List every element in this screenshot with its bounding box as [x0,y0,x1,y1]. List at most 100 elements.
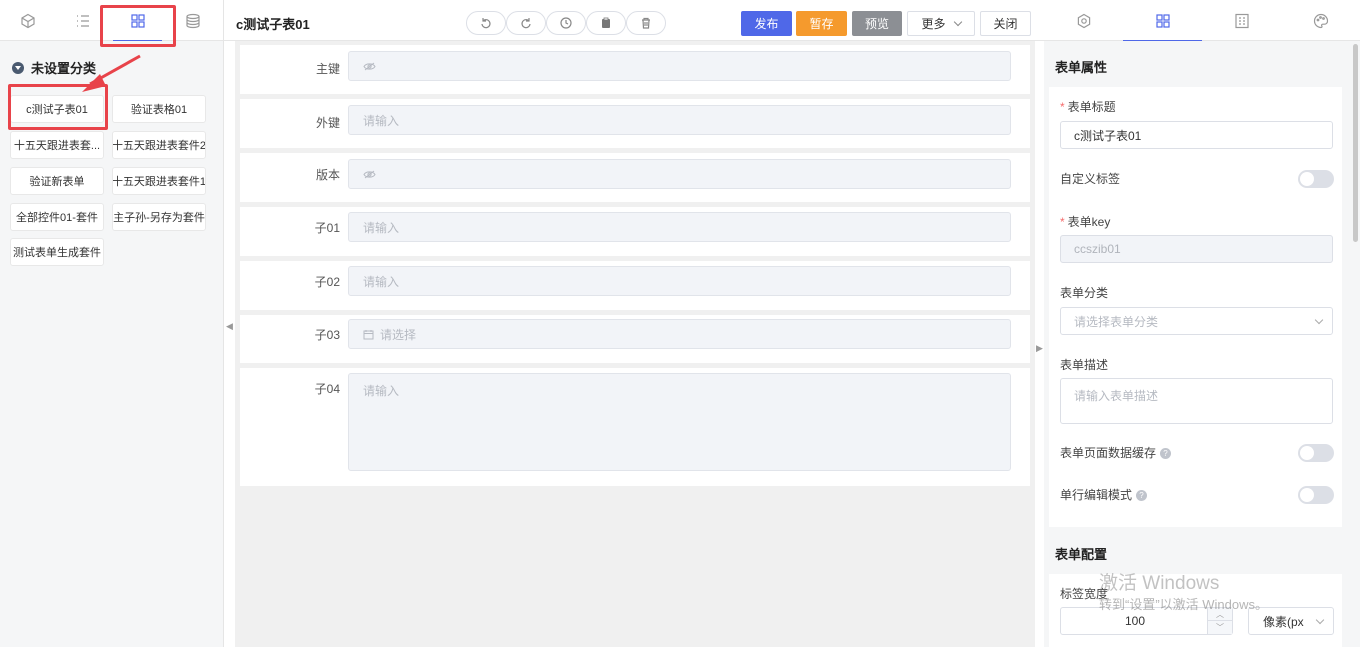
cache-label: 表单页面数据缓存? [1060,444,1172,461]
form-field[interactable]: 主键 [240,45,1030,94]
cube-icon [20,13,35,28]
tool-group [466,11,666,35]
inline-edit-label: 单行编辑模式? [1060,486,1148,503]
form-properties-card: * 表单标题 c测试子表01 自定义标签 * 表单key ccszib01 表单分类… [1049,87,1342,527]
form-item[interactable]: 测试表单生成套件 [10,238,104,266]
tab-components[interactable] [0,0,55,41]
eye-icon [363,170,376,178]
inline-edit-toggle[interactable] [1298,486,1334,504]
textarea-input[interactable]: 请输入 [348,373,1011,471]
tab-theme[interactable] [1281,0,1360,41]
right-panel: 表单属性 * 表单标题 c测试子表01 自定义标签 * 表单key ccszib01… [1044,0,1360,647]
preview-button[interactable]: 预览 [852,11,902,36]
chevron-down-icon [1315,615,1325,625]
form-field[interactable]: 外键 请输入 [240,99,1030,148]
history-icon [560,17,572,29]
palette-icon [1313,13,1328,28]
more-label: 更多 [921,17,946,31]
form-layout-icon [1234,13,1249,28]
field-label: 外键 [315,116,340,130]
description-textarea[interactable]: 请输入表单描述 [1060,378,1333,424]
unit-value: 像素(px [1263,614,1304,629]
form-item[interactable]: 十五天跟进表套... [10,131,104,159]
field-label: 子04 [314,382,340,396]
form-key-label: * 表单key [1060,215,1111,229]
form-field[interactable]: 子03 请选择 [240,315,1030,363]
form-field[interactable]: 版本 [240,153,1030,202]
tab-field-settings[interactable] [1044,0,1123,41]
date-placeholder: 请选择 [380,327,417,342]
category-placeholder: 请选择表单分类 [1074,314,1159,329]
chevron-down-icon [1314,315,1324,325]
form-field[interactable]: 子04 请输入 [240,368,1030,486]
form-key-input[interactable]: ccszib01 [1060,235,1333,263]
redo-icon [521,18,531,29]
list-icon [76,14,89,27]
form-canvas: 主键 外键 请输入 版本 子01 请输入 子02 请输入 子03 请选择 子04… [235,41,1035,647]
toolbar: c测试子表01 发布 暂存 预览 更多 关闭 [224,0,1044,41]
description-label: 表单描述 [1060,358,1109,372]
activation-watermark: 激活 Windows [1099,573,1220,594]
redo-button[interactable] [506,11,546,35]
form-item[interactable]: 验证新表单 [10,167,104,195]
form-item[interactable]: 全部控件01-套件 [10,203,104,231]
section-title: 表单属性 [1055,60,1108,75]
collapse-left-handle[interactable]: ◀ [224,306,235,346]
form-item[interactable]: 十五天跟进表套件2 [112,131,206,159]
undo-icon [481,18,491,29]
form-designer: 未设置分类 c测试子表01 验证表格01 十五天跟进表套... 十五天跟进表套件… [0,0,1360,647]
help-icon: ? [1160,448,1172,460]
field-label: 子02 [314,275,340,289]
scrollbar[interactable] [1353,44,1358,242]
field-input[interactable]: 请输入 [348,212,1011,242]
section-title: 表单配置 [1055,547,1108,562]
database-icon [185,13,200,28]
trash-icon [642,17,650,29]
date-picker-input[interactable]: 请选择 [348,319,1011,349]
chevron-down-icon [953,17,962,27]
clipboard-button[interactable] [586,11,626,35]
field-label: 主键 [315,62,340,76]
clipboard-icon [602,17,610,28]
cache-toggle[interactable] [1298,444,1334,462]
form-item[interactable]: 十五天跟进表套件1 [112,167,206,195]
eye-icon [363,62,376,70]
form-field[interactable]: 子01 请输入 [240,207,1030,256]
save-draft-button[interactable]: 暂存 [796,11,847,36]
field-input[interactable] [348,159,1011,189]
grid-icon [1155,13,1170,28]
settings-icon [1077,13,1090,28]
activation-watermark-subtitle: 转到“设置”以激活 Windows。 [1099,597,1269,612]
close-button[interactable]: 关闭 [980,11,1031,36]
calendar-icon [363,329,374,339]
form-title: c测试子表01 [236,17,310,32]
more-dropdown[interactable]: 更多 [907,11,975,36]
form-field[interactable]: 子02 请输入 [240,261,1030,310]
field-input[interactable] [348,51,1011,81]
form-title-input[interactable]: c测试子表01 [1060,121,1333,149]
category-select[interactable]: 请选择表单分类 [1060,307,1333,335]
form-title-label: * 表单标题 [1060,100,1116,114]
custom-label-label: 自定义标签 [1060,172,1121,186]
chevron-down-icon[interactable]: ﹀ [1208,621,1232,634]
help-icon: ? [1136,490,1148,502]
undo-button[interactable] [466,11,506,35]
form-item[interactable]: 主子孙-另存为套件 [112,203,206,231]
highlight-box [100,5,176,47]
annotation-arrow-icon [82,54,141,92]
category-label: 表单分类 [1060,286,1109,300]
field-input[interactable]: 请输入 [348,105,1011,135]
delete-button[interactable] [626,11,666,35]
field-label: 子01 [314,221,340,235]
history-button[interactable] [546,11,586,35]
custom-label-toggle[interactable] [1298,170,1334,188]
field-input[interactable]: 请输入 [348,266,1011,296]
tab-form-settings[interactable] [1123,0,1202,41]
stepper-value: 100 [1124,614,1146,628]
collapse-icon [12,61,24,74]
field-label: 版本 [315,168,340,182]
field-label: 子03 [314,328,340,342]
tab-layout[interactable] [1202,0,1281,41]
publish-button[interactable]: 发布 [741,11,792,36]
right-tabs [1044,0,1360,41]
